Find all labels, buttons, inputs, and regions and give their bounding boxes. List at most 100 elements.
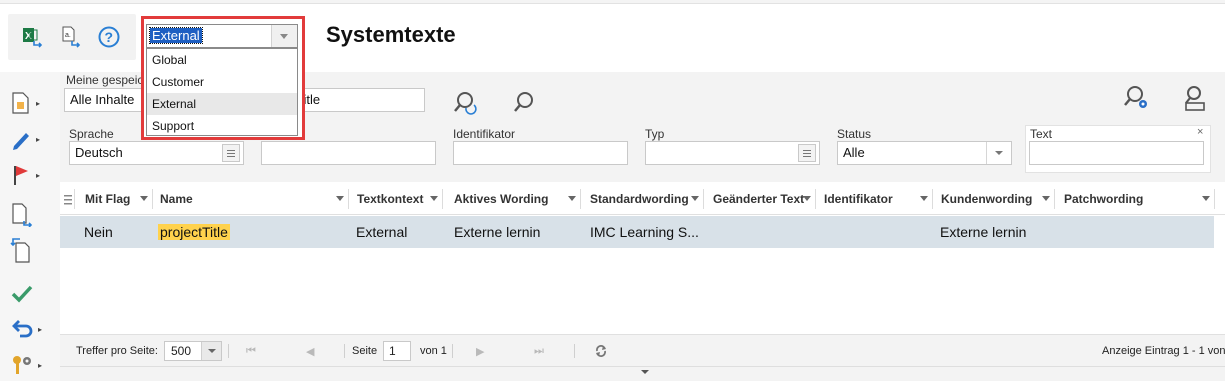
cell-mit-flag: Nein (84, 224, 113, 240)
identifier-label: Identifikator (453, 127, 516, 141)
svg-text:?: ? (105, 29, 114, 45)
flag-button[interactable]: ▸ (10, 160, 50, 190)
col-patchwording[interactable]: Patchwording (1064, 183, 1143, 215)
confirm-button[interactable] (10, 278, 50, 308)
col-menu-icon[interactable] (920, 196, 928, 201)
checkmark-icon (11, 285, 33, 303)
col-aktives-wording[interactable]: Aktives Wording (454, 183, 548, 215)
col-menu-icon[interactable] (1042, 196, 1050, 201)
import-document-button[interactable] (10, 236, 50, 266)
col-standardwording[interactable]: Standardwording (590, 183, 689, 215)
page-number-input[interactable]: 1 (383, 341, 411, 361)
col-menu-icon[interactable] (803, 196, 811, 201)
keys-settings-icon (13, 356, 31, 374)
translate-export-icon[interactable]: a. (60, 26, 82, 48)
search-layout-button[interactable] (1180, 84, 1208, 115)
col-identifikator[interactable]: Identifikator (824, 183, 893, 215)
grid-header: Mit Flag Name Textkontext Aktives Wordin… (60, 183, 1225, 215)
svg-text:a.: a. (65, 32, 71, 39)
prev-page-icon[interactable]: ◀ (306, 345, 314, 358)
text-filter-input[interactable] (1029, 141, 1204, 165)
search-button[interactable] (512, 90, 536, 117)
per-page-select[interactable]: 500 (164, 341, 222, 361)
type-select[interactable] (645, 141, 820, 165)
language-select[interactable]: Deutsch (69, 141, 244, 165)
refresh-icon[interactable] (594, 344, 608, 361)
saved-filter-label: Meine gespeic (66, 73, 144, 87)
chevron-down-icon (995, 151, 1003, 155)
search-icon (514, 92, 533, 112)
column-separator (442, 189, 443, 209)
col-menu-icon[interactable] (336, 196, 344, 201)
col-geaenderter-text[interactable]: Geänderter Text (713, 183, 804, 215)
pager-separator (452, 344, 453, 358)
column-separator (1054, 189, 1055, 209)
col-textkontext[interactable]: Textkontext (357, 183, 423, 215)
status-dropdown-arrow[interactable] (986, 142, 1011, 164)
option-external[interactable]: External (147, 93, 297, 115)
col-kundenwording[interactable]: Kundenwording (941, 183, 1032, 215)
chevron-down-icon[interactable] (201, 342, 221, 360)
display-info: Anzeige Eintrag 1 - 1 von 1 (1102, 345, 1225, 357)
col-menu-icon[interactable] (568, 196, 576, 201)
search-settings-button[interactable] (1122, 84, 1150, 115)
identifier-input[interactable] (453, 141, 628, 165)
list-icon (227, 149, 235, 157)
top-toolbar: X a. ? (8, 14, 136, 60)
saved-filter-select[interactable]: Alle Inhalte (64, 88, 144, 112)
pager-bar: Treffer pro Seite: 500 ⏮ ◀ Seite 1 von 1… (60, 334, 1225, 366)
col-mit-flag[interactable]: Mit Flag (85, 183, 130, 215)
first-page-icon[interactable]: ⏮ (246, 345, 256, 358)
col-name[interactable]: Name (160, 183, 193, 215)
option-global[interactable]: Global (147, 49, 297, 71)
grid-empty-area (60, 248, 1225, 334)
chevron-down-icon[interactable] (271, 25, 297, 47)
column-separator (580, 189, 581, 209)
context-select-value: External (149, 27, 203, 44)
table-row[interactable]: Nein projectTitle External Externe lerni… (60, 216, 1214, 248)
edit-button[interactable]: ▸ (10, 124, 50, 154)
top-border (0, 0, 1225, 4)
per-page-label: Treffer pro Seite: (76, 345, 158, 357)
flag-icon (14, 166, 28, 185)
cell-textkontext: External (356, 224, 408, 240)
pager-separator (574, 344, 575, 358)
help-icon[interactable]: ? (98, 26, 120, 48)
col-menu-icon[interactable] (691, 196, 699, 201)
excel-export-icon[interactable]: X (22, 26, 44, 48)
col-menu-icon[interactable] (140, 196, 148, 201)
col-menu-icon[interactable] (430, 196, 438, 201)
undo-button[interactable]: ▸ (10, 314, 50, 344)
context-select[interactable]: External (146, 24, 298, 48)
export-document-button[interactable] (10, 200, 50, 230)
undo-icon (12, 320, 33, 338)
next-page-icon[interactable]: ▶ (476, 345, 484, 358)
collapse-arrow-icon[interactable] (640, 369, 650, 375)
option-support[interactable]: Support (147, 115, 297, 137)
type-list-button[interactable] (798, 144, 816, 162)
pager-separator (344, 344, 345, 358)
new-document-button[interactable]: ▸ (10, 88, 50, 118)
option-customer[interactable]: Customer (147, 71, 297, 93)
col-menu-icon[interactable] (1202, 196, 1210, 201)
last-page-icon[interactable]: ⏭ (534, 345, 544, 358)
context-dropdown-list: Global Customer External Support (146, 48, 298, 136)
pager-separator (228, 344, 229, 358)
search-term-input[interactable]: Title (290, 88, 425, 112)
drag-handle-icon[interactable] (64, 194, 72, 209)
import-document-icon (10, 238, 30, 263)
column-separator (1214, 189, 1215, 209)
language-list-button[interactable] (222, 144, 240, 162)
text-filter-close-icon[interactable]: × (1197, 126, 1203, 138)
page-of-label: von 1 (420, 345, 447, 357)
filter-input-2[interactable] (261, 141, 436, 165)
language-label: Sprache (69, 127, 114, 141)
app-window: X a. ? Systemtexte ▸ ▸ ▸ ▸ ▸ Meine gespe… (0, 0, 1225, 381)
column-separator (815, 189, 816, 209)
status-label: Status (837, 127, 872, 141)
type-label: Typ (645, 127, 665, 141)
keys-settings-button[interactable]: ▸ (10, 350, 50, 380)
column-separator (932, 189, 933, 209)
advanced-search-button[interactable] (452, 90, 478, 119)
cell-kundenwording: Externe lernin (940, 224, 1027, 240)
